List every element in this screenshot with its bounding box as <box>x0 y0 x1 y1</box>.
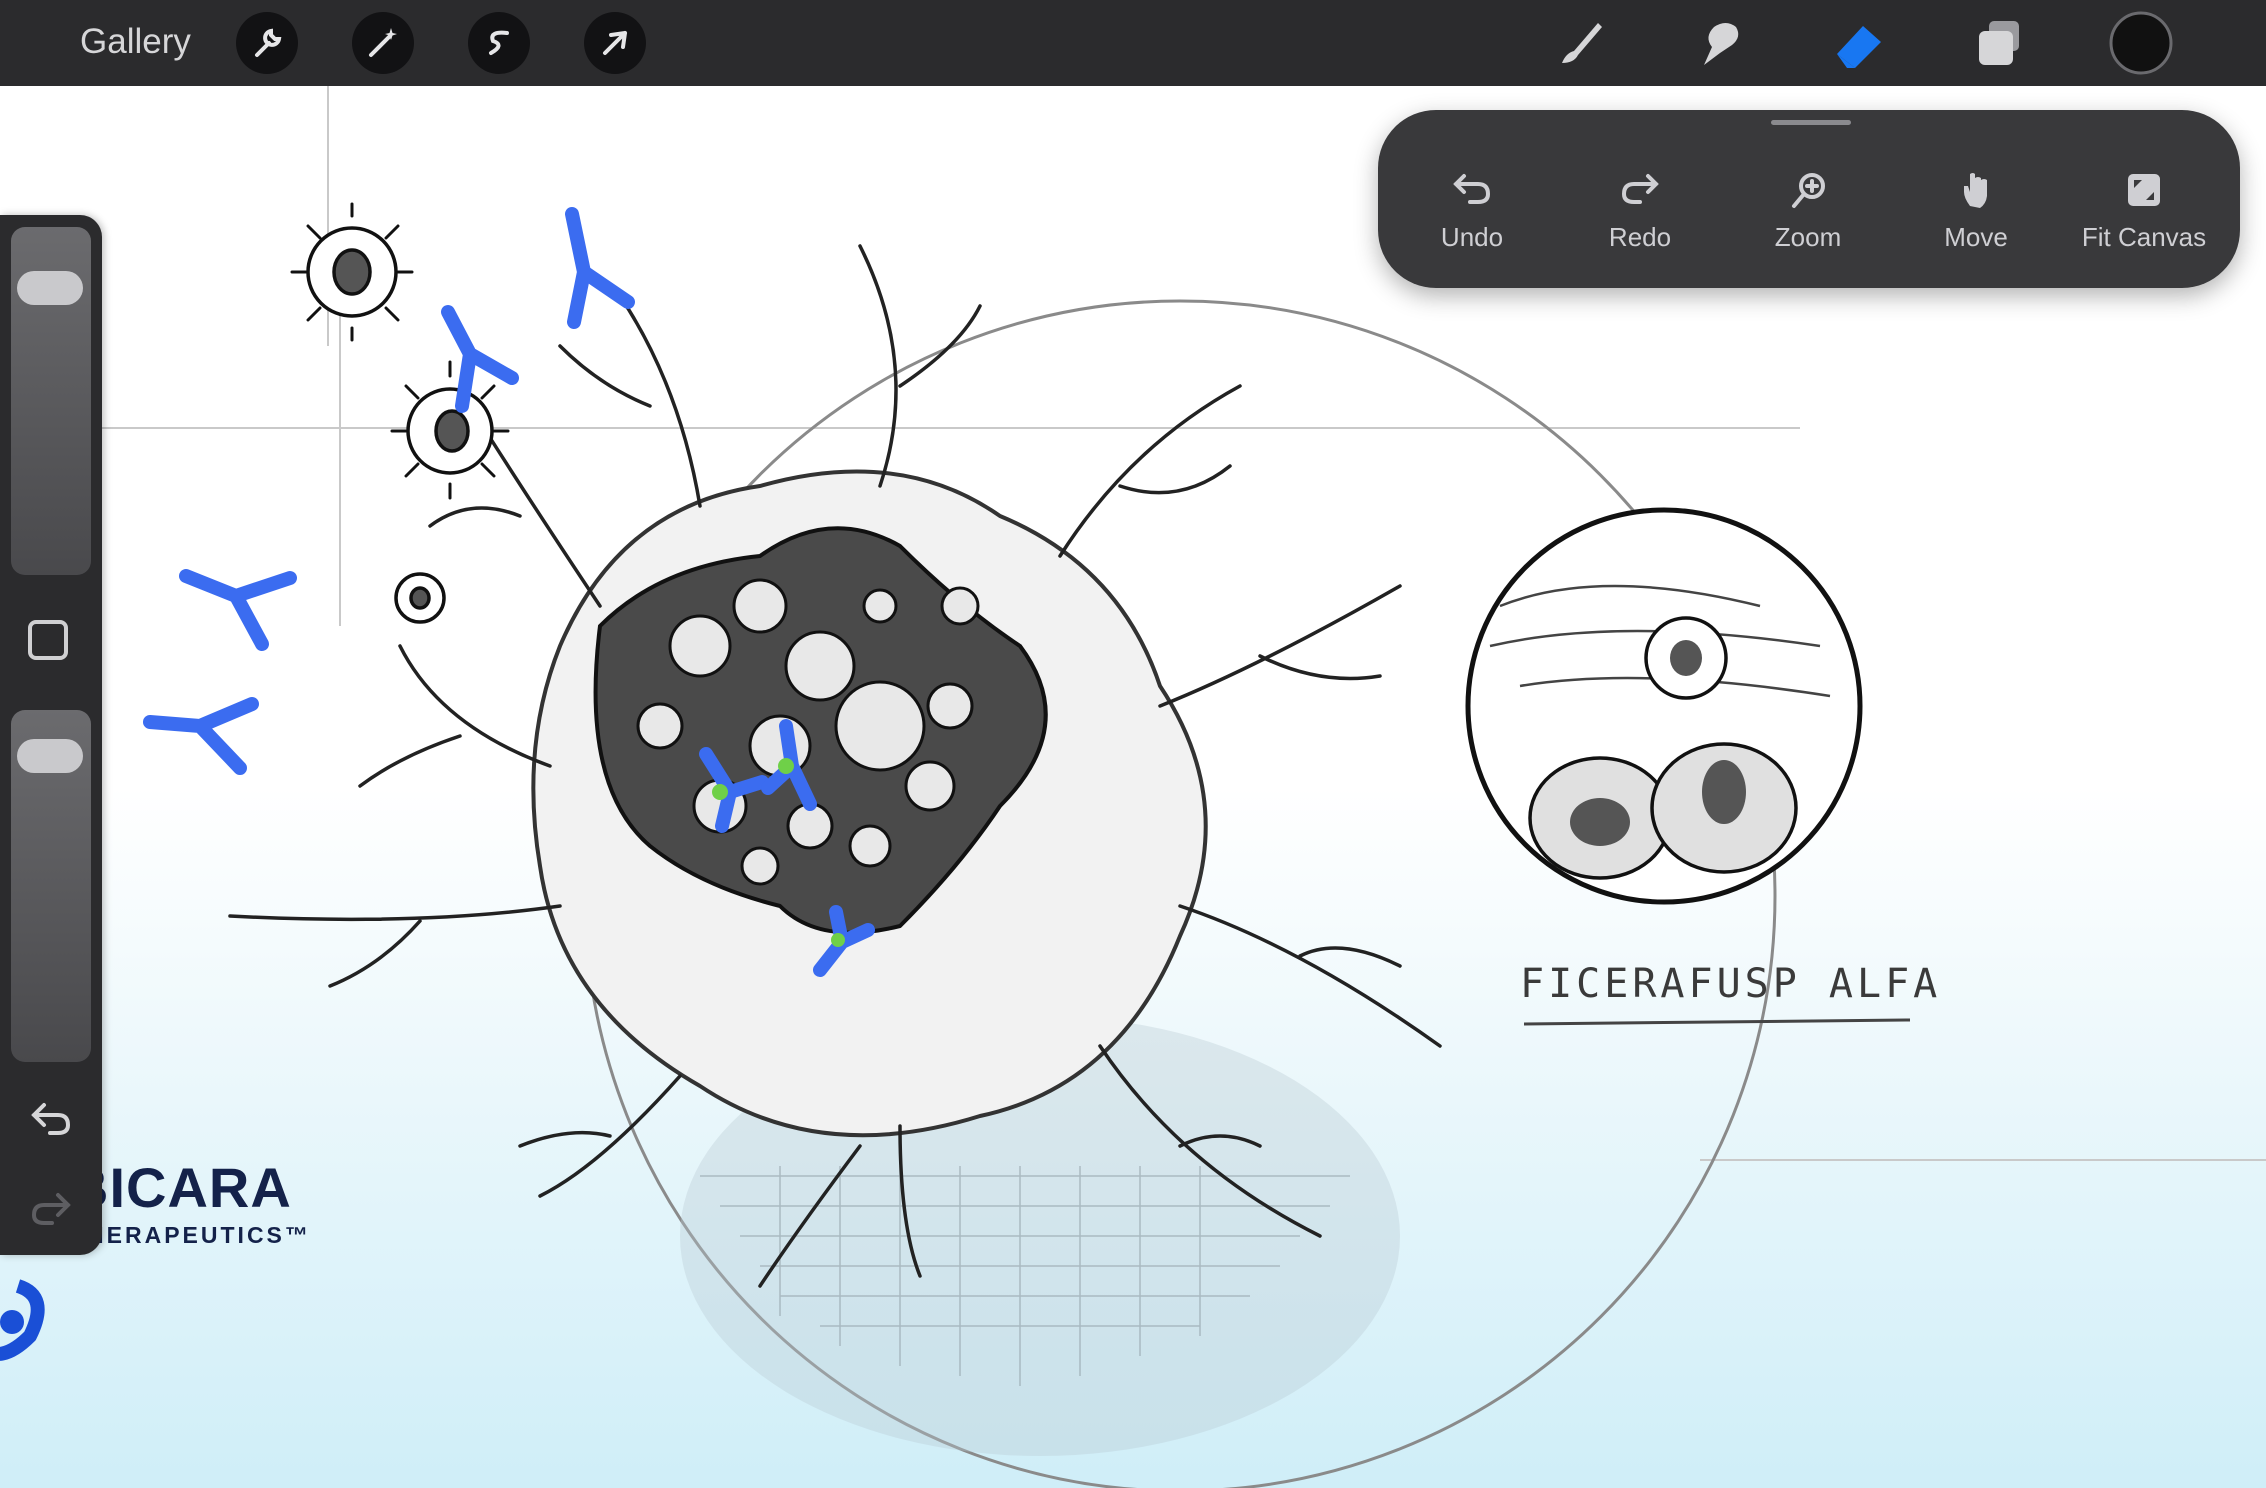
fit-canvas-label: Fit Canvas <box>2081 222 2207 252</box>
magic-wand-icon <box>369 28 397 57</box>
wrench-button[interactable] <box>236 12 298 74</box>
move-menu-item[interactable]: Move <box>1892 170 2060 270</box>
gallery-button[interactable]: Gallery <box>80 22 191 62</box>
brush-size-knob[interactable] <box>17 270 83 305</box>
color-swatch <box>2109 11 2173 75</box>
brush-icon <box>1562 23 1602 63</box>
quick-menu-popover: Undo Redo Zoom Move Fit Canvas <box>1378 110 2240 288</box>
layers-icon <box>1979 21 2019 65</box>
zoom-icon <box>1792 173 1825 208</box>
redo-icon[interactable] <box>28 1185 74 1231</box>
cell-sketch-drawing <box>0 86 2266 1488</box>
hand-icon <box>1964 173 1987 208</box>
undo-label: Undo <box>1440 222 1504 252</box>
redo-menu-item[interactable]: Redo <box>1556 170 1724 270</box>
fit-canvas-menu-item[interactable]: Fit Canvas <box>2060 170 2228 270</box>
redo-label: Redo <box>1608 222 1672 252</box>
opacity-slider[interactable] <box>11 710 91 1062</box>
selection-icon <box>489 30 509 55</box>
adjustments-button[interactable] <box>352 12 414 74</box>
layers-button[interactable] <box>1964 8 2034 78</box>
left-sidebar <box>0 215 102 1255</box>
move-label: Move <box>1944 222 2008 252</box>
drawing-caption: FICERAFUSP ALFA <box>1520 961 1942 1007</box>
transform-arrow-icon <box>603 31 627 55</box>
zoom-label: Zoom <box>1774 222 1842 252</box>
transform-button[interactable] <box>584 12 646 74</box>
popover-grabber[interactable] <box>1771 120 1851 125</box>
undo-menu-item[interactable]: Undo <box>1388 170 1556 270</box>
brush-size-slider[interactable] <box>11 227 91 575</box>
selection-button[interactable] <box>468 12 530 74</box>
redo-icon <box>1621 174 1659 204</box>
smudge-button[interactable] <box>1685 8 1755 78</box>
modify-button[interactable] <box>28 620 68 660</box>
brush-button[interactable] <box>1547 8 1617 78</box>
logo-subtitle: THERAPEUTICS™ <box>70 1222 311 1248</box>
drawing-canvas[interactable]: FICERAFUSP ALFA <box>0 86 2266 1488</box>
wrench-icon <box>255 28 282 57</box>
zoom-menu-item[interactable]: Zoom <box>1724 170 1892 270</box>
top-toolbar: Gallery <box>0 0 2266 86</box>
logo-mark <box>0 1279 45 1361</box>
undo-icon <box>1453 174 1491 204</box>
eraser-button[interactable] <box>1825 8 1895 78</box>
opacity-knob[interactable] <box>17 739 83 774</box>
eraser-icon <box>1837 26 1881 68</box>
color-button[interactable] <box>2106 8 2176 78</box>
smudge-icon <box>1704 23 1739 65</box>
undo-icon[interactable] <box>28 1095 74 1141</box>
fit-canvas-icon <box>2128 174 2160 206</box>
